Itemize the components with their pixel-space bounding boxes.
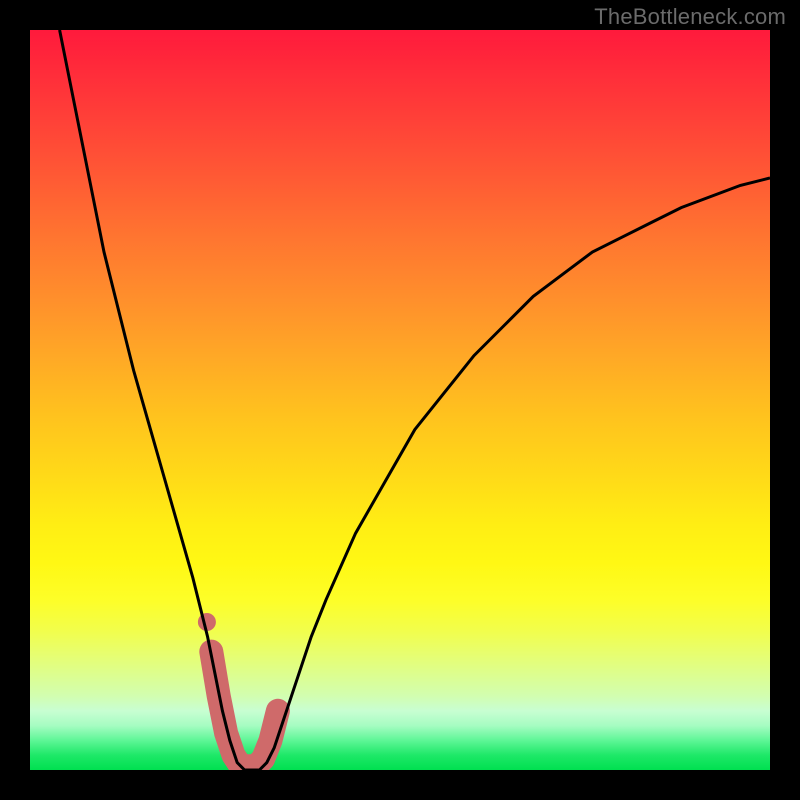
bottleneck-curve — [60, 30, 770, 770]
plot-area — [30, 30, 770, 770]
watermark-text: TheBottleneck.com — [594, 4, 786, 30]
minimum-marker — [198, 613, 278, 766]
curve-layer — [30, 30, 770, 770]
chart-frame: TheBottleneck.com — [0, 0, 800, 800]
